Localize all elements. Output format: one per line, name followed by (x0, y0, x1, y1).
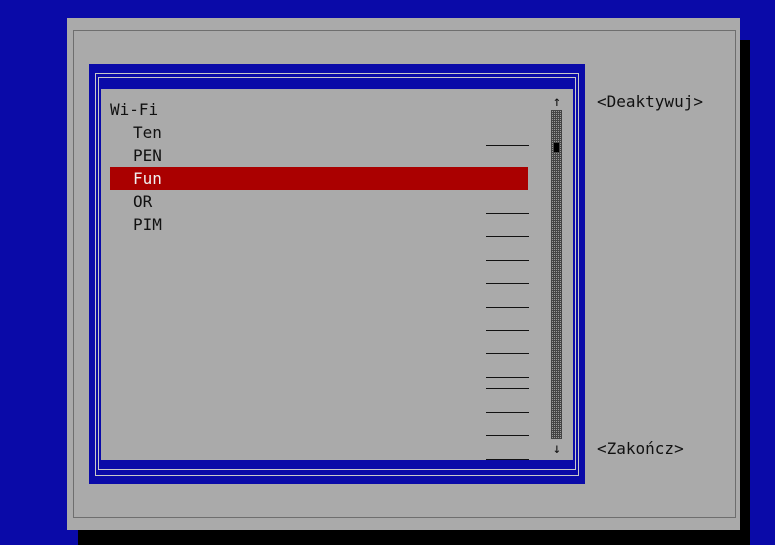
list-item-pim[interactable]: PIM (133, 213, 162, 236)
row-separator-line (486, 236, 529, 237)
list-header-wifi: Wi-Fi (110, 100, 159, 119)
list-item-selected-highlight[interactable] (110, 167, 528, 190)
row-separator-line (486, 260, 529, 261)
scrollbar-thumb[interactable] (554, 143, 559, 152)
row-separator-line (486, 353, 529, 354)
scroll-up-arrow-icon[interactable]: ↑ (551, 94, 563, 110)
list-item-fun[interactable]: Fun (133, 167, 162, 190)
row-separator-line (486, 459, 529, 460)
quit-button[interactable]: <Zakończ> (597, 437, 684, 460)
row-separator-line (486, 412, 529, 413)
row-separator-line (486, 213, 529, 214)
screen: Wi-Fi Ten PEN Fun OR PIM ↑ ↓ <Deaktywuj>… (0, 0, 775, 545)
list-item-pen[interactable]: PEN (133, 144, 162, 167)
list-item-or[interactable]: OR (133, 190, 152, 213)
scroll-down-arrow-icon[interactable]: ↓ (551, 441, 563, 457)
row-separator-line (486, 330, 529, 331)
row-separator-line (486, 307, 529, 308)
row-separator-line (486, 435, 529, 436)
row-separator-line (486, 388, 529, 389)
list-item-ten[interactable]: Ten (133, 121, 162, 144)
row-separator-line (486, 145, 529, 146)
scrollbar-track[interactable] (551, 110, 562, 439)
deactivate-button[interactable]: <Deaktywuj> (597, 90, 703, 113)
row-separator-line (486, 377, 529, 378)
row-separator-line (486, 283, 529, 284)
